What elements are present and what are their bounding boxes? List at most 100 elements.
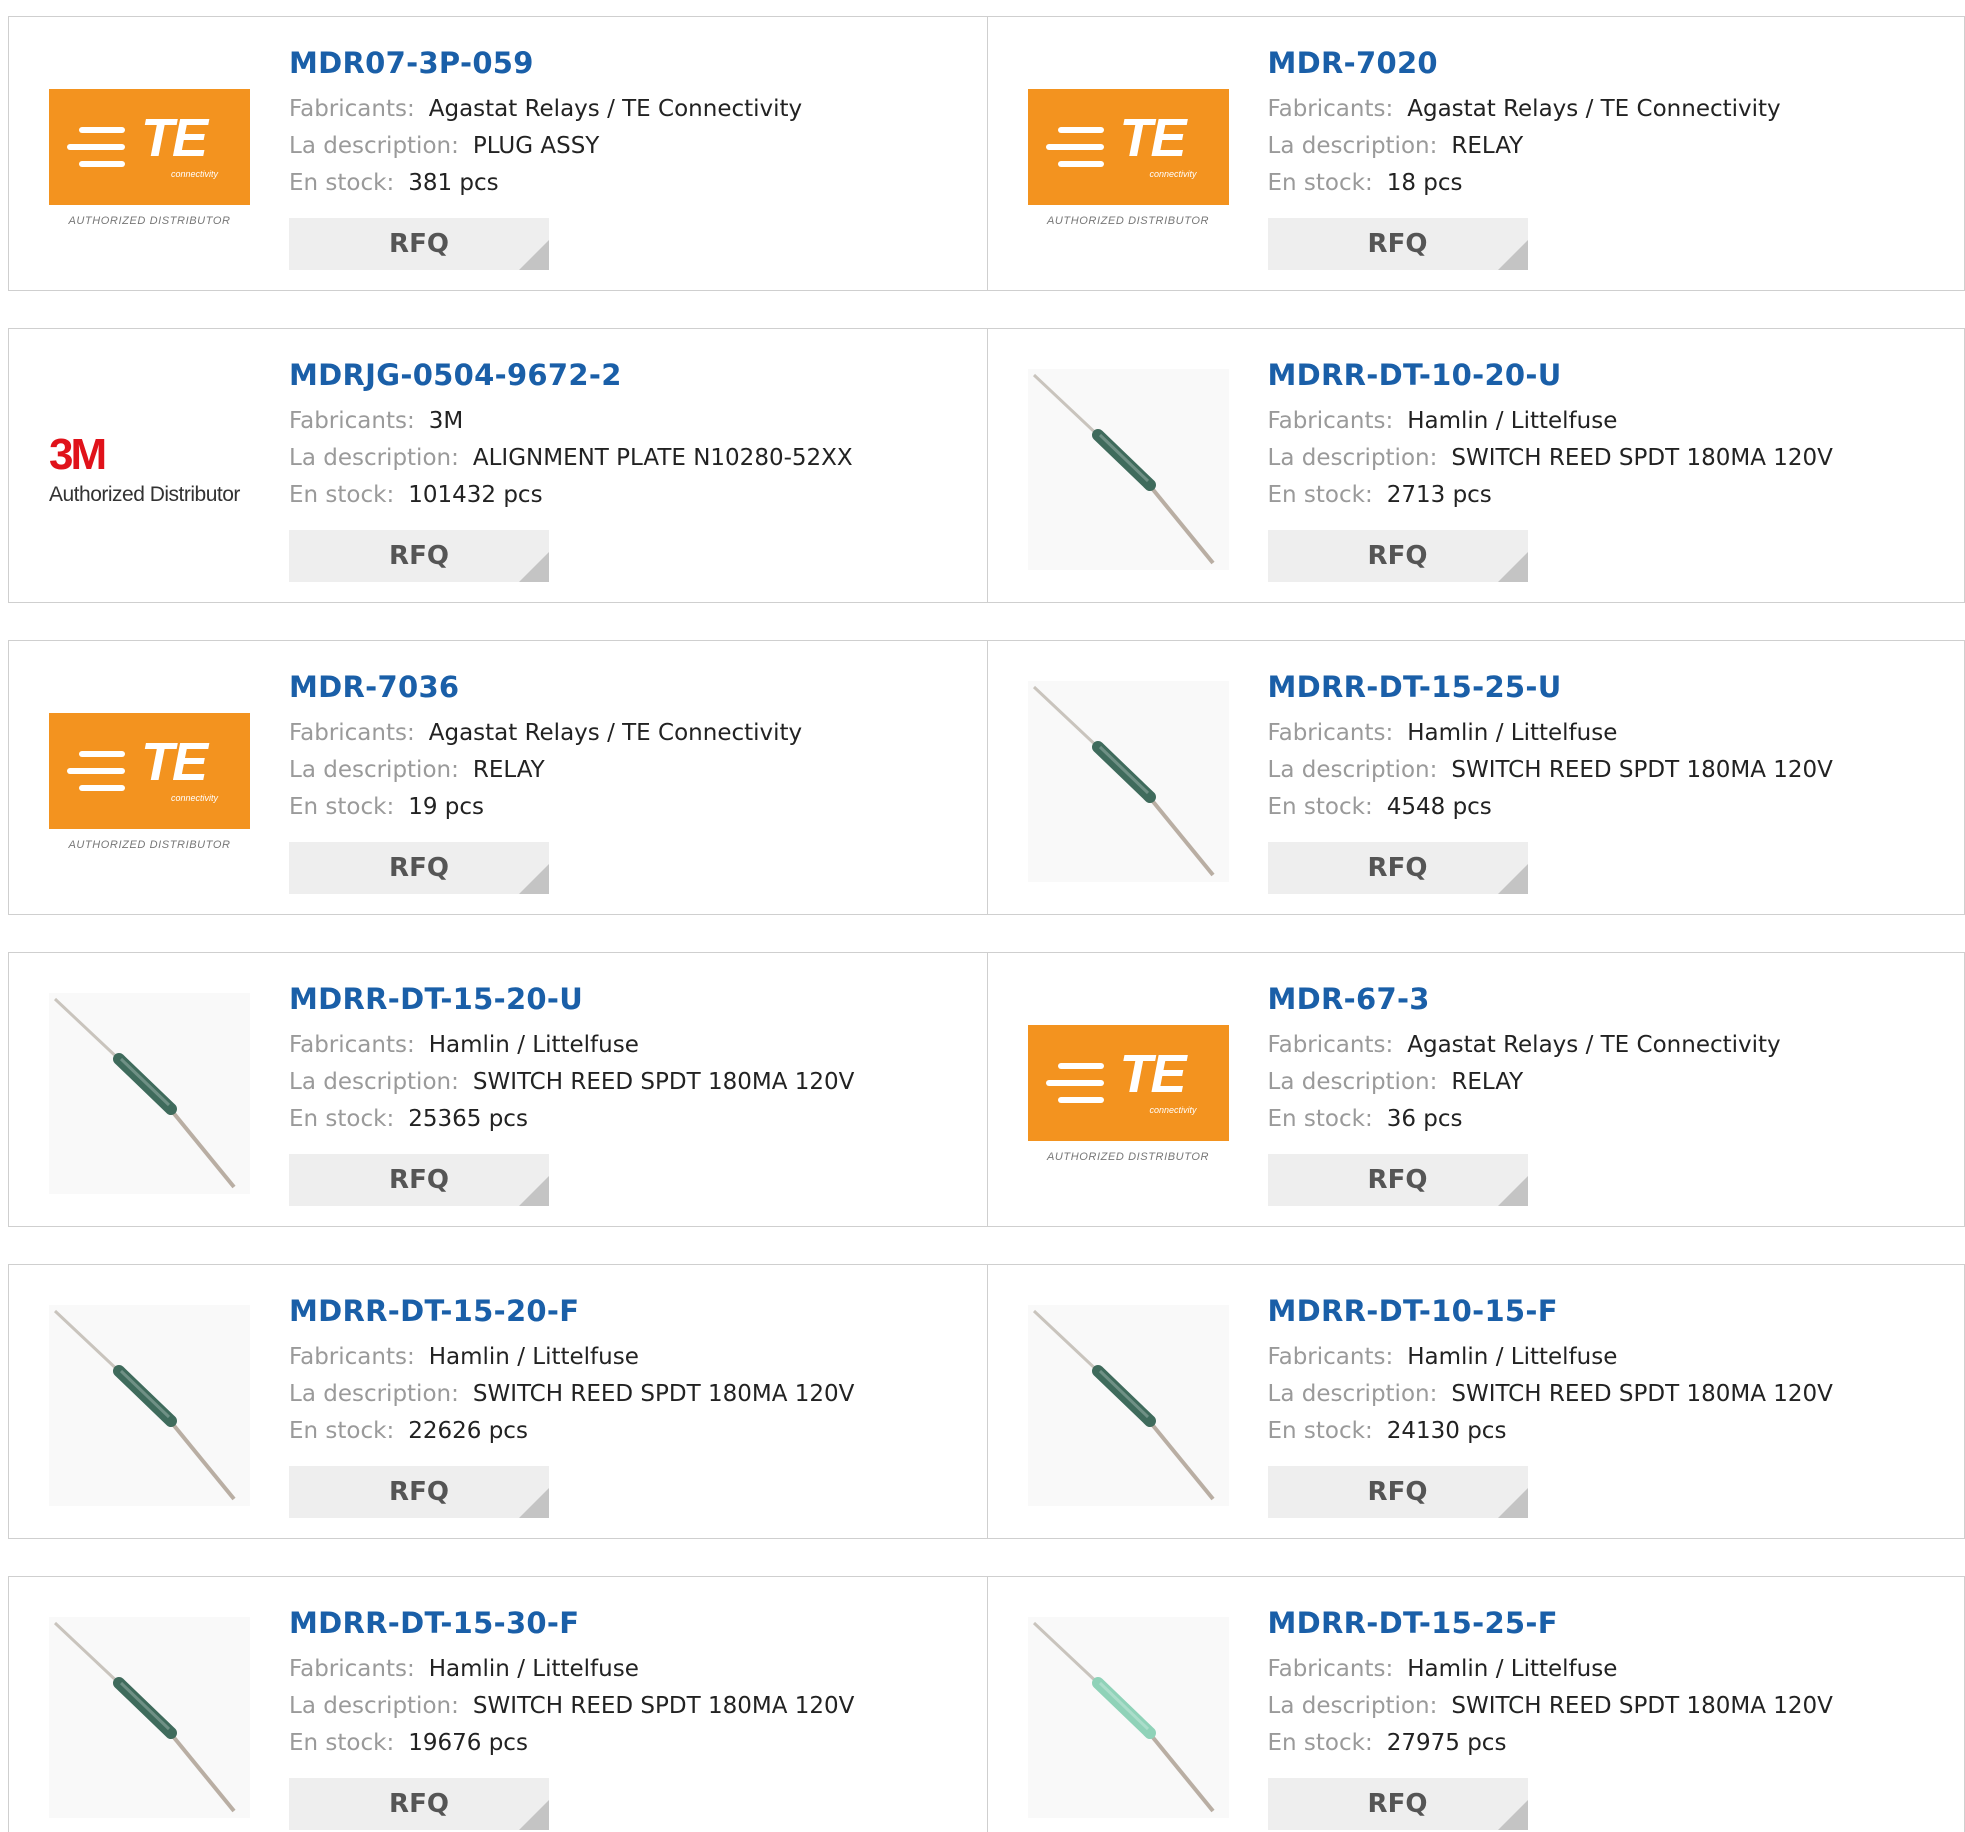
stock-value: 4548 pcs (1386, 794, 1492, 820)
product-thumbnail[interactable] (49, 1305, 250, 1506)
rfq-button[interactable]: RFQ (1267, 218, 1528, 270)
stock-label: En stock: (289, 170, 395, 196)
stock-line: En stock: 2713 pcs (1268, 477, 1955, 514)
description-label: La description: (1267, 757, 1438, 783)
rfq-button[interactable]: RFQ (289, 842, 549, 894)
part-number-link[interactable]: MDRR-DT-15-20-U (289, 981, 977, 1017)
part-number-link[interactable]: MDRR-DT-10-20-U (1268, 357, 1955, 393)
manufacturer-line: Fabricants: Hamlin / Littelfuse (289, 1339, 977, 1376)
product-info: MDR-67-3 Fabricants: Agastat Relays / TE … (1268, 981, 1955, 1138)
description-label: La description: (289, 757, 459, 783)
reed-switch-image (49, 993, 250, 1194)
manufacturer-label: Fabricants: (289, 720, 415, 746)
part-number-link[interactable]: MDRR-DT-15-20-F (289, 1293, 977, 1329)
rfq-label: RFQ (389, 1789, 449, 1819)
product-info: MDRR-DT-15-20-F Fabricants: Hamlin / Litt… (289, 1293, 977, 1450)
part-number-link[interactable]: MDRR-DT-15-25-F (1268, 1605, 1955, 1641)
te-authorized-distributor-logo: TE connectivity AUTHORIZED DISTRIBUTOR (1027, 88, 1229, 227)
manufacturer-label: Fabricants: (289, 408, 415, 434)
description-label: La description: (289, 1381, 459, 1407)
reed-switch-image (1027, 1617, 1229, 1818)
stock-value: 22626 pcs (408, 1418, 528, 1444)
product-thumbnail[interactable] (1027, 1617, 1229, 1818)
product-card: TE connectivity AUTHORIZED DISTRIBUTOR M… (986, 17, 1965, 290)
product-thumbnail[interactable] (1027, 369, 1229, 570)
manufacturer-label: Fabricants: (1267, 408, 1394, 434)
product-thumbnail[interactable]: TE connectivity AUTHORIZED DISTRIBUTOR (1027, 57, 1229, 258)
part-number-link[interactable]: MDRR-DT-15-30-F (289, 1605, 977, 1641)
reed-switch-image (1027, 369, 1229, 570)
stock-value: 18 pcs (1386, 170, 1463, 196)
description-value: ALIGNMENT PLATE N10280-52XX (472, 445, 853, 471)
rfq-button[interactable]: RFQ (1267, 530, 1528, 582)
manufacturer-line: Fabricants: Agastat Relays / TE Connectiv… (289, 715, 977, 752)
description-value: SWITCH REED SPDT 180MA 120V (1451, 1381, 1833, 1407)
reed-switch-image (49, 1617, 250, 1818)
description-value: SWITCH REED SPDT 180MA 120V (1451, 757, 1833, 783)
stock-line: En stock: 22626 pcs (289, 1413, 977, 1450)
stock-label: En stock: (1267, 1106, 1373, 1132)
part-number-link[interactable]: MDR07-3P-059 (289, 45, 977, 81)
manufacturer-value: Hamlin / Littelfuse (428, 1656, 639, 1682)
product-row: MDRR-DT-15-20-F Fabricants: Hamlin / Litt… (8, 1264, 1965, 1539)
description-line: La description: SWITCH REED SPDT 180MA 12… (289, 1376, 977, 1413)
part-number-link[interactable]: MDRR-DT-10-15-F (1268, 1293, 1955, 1329)
te-logo-mark: TE connectivity (49, 88, 250, 205)
manufacturer-label: Fabricants: (1267, 96, 1394, 122)
description-line: La description: SWITCH REED SPDT 180MA 12… (1268, 752, 1955, 789)
product-thumbnail[interactable]: TE connectivity AUTHORIZED DISTRIBUTOR (1027, 993, 1229, 1194)
rfq-button[interactable]: RFQ (289, 1154, 549, 1206)
part-number-link[interactable]: MDRJG-0504-9672-2 (289, 357, 977, 393)
manufacturer-value: Hamlin / Littelfuse (428, 1032, 639, 1058)
rfq-button[interactable]: RFQ (289, 1778, 549, 1830)
product-thumbnail[interactable]: TE connectivity AUTHORIZED DISTRIBUTOR (49, 57, 250, 258)
description-label: La description: (1267, 133, 1438, 159)
product-info: MDRR-DT-10-15-F Fabricants: Hamlin / Litt… (1268, 1293, 1955, 1450)
rfq-label: RFQ (1367, 1165, 1428, 1195)
rfq-button[interactable]: RFQ (289, 218, 549, 270)
part-number-link[interactable]: MDR-7036 (289, 669, 977, 705)
description-value: RELAY (472, 757, 545, 783)
description-label: La description: (289, 445, 459, 471)
description-label: La description: (289, 1069, 459, 1095)
manufacturer-label: Fabricants: (1267, 720, 1394, 746)
manufacturer-value: Hamlin / Littelfuse (1407, 408, 1618, 434)
product-card: MDRR-DT-10-20-U Fabricants: Hamlin / Litt… (986, 329, 1965, 602)
rfq-button[interactable]: RFQ (1267, 1466, 1528, 1518)
product-card: 3M Authorized Distributor MDRJG-0504-967… (9, 329, 987, 602)
3m-logo-mark: 3M (49, 429, 107, 479)
rfq-button[interactable]: RFQ (289, 1466, 549, 1518)
manufacturer-value: Agastat Relays / TE Connectivity (1407, 1032, 1781, 1058)
product-thumbnail[interactable] (1027, 681, 1229, 882)
product-info: MDRR-DT-10-20-U Fabricants: Hamlin / Litt… (1268, 357, 1955, 514)
product-card: MDRR-DT-15-25-F Fabricants: Hamlin / Litt… (986, 1577, 1965, 1832)
rfq-label: RFQ (389, 229, 449, 259)
part-number-link[interactable]: MDRR-DT-15-25-U (1268, 669, 1955, 705)
stock-line: En stock: 19 pcs (289, 789, 977, 826)
description-label: La description: (289, 1693, 459, 1719)
stock-line: En stock: 381 pcs (289, 165, 977, 202)
manufacturer-line: Fabricants: Hamlin / Littelfuse (289, 1651, 977, 1688)
stock-line: En stock: 25365 pcs (289, 1101, 977, 1138)
stock-line: En stock: 4548 pcs (1268, 789, 1955, 826)
product-thumbnail[interactable]: TE connectivity AUTHORIZED DISTRIBUTOR (49, 681, 250, 882)
description-label: La description: (1267, 445, 1438, 471)
product-thumbnail[interactable] (49, 1617, 250, 1818)
manufacturer-line: Fabricants: Hamlin / Littelfuse (1268, 1339, 1955, 1376)
product-row: TE connectivity AUTHORIZED DISTRIBUTOR M… (8, 640, 1965, 915)
manufacturer-label: Fabricants: (289, 1344, 415, 1370)
corner-triangle-icon (519, 864, 549, 894)
product-thumbnail[interactable] (1027, 1305, 1229, 1506)
rfq-button[interactable]: RFQ (1267, 842, 1528, 894)
product-thumbnail[interactable] (49, 993, 250, 1194)
stock-value: 25365 pcs (408, 1106, 528, 1132)
corner-triangle-icon (519, 240, 549, 270)
product-thumbnail[interactable]: 3M Authorized Distributor (49, 369, 250, 570)
rfq-button[interactable]: RFQ (1267, 1778, 1528, 1830)
product-card: TE connectivity AUTHORIZED DISTRIBUTOR M… (986, 953, 1965, 1226)
rfq-button[interactable]: RFQ (1267, 1154, 1528, 1206)
part-number-link[interactable]: MDR-7020 (1268, 45, 1955, 81)
part-number-link[interactable]: MDR-67-3 (1268, 981, 1955, 1017)
corner-triangle-icon (1497, 1488, 1528, 1518)
rfq-button[interactable]: RFQ (289, 530, 549, 582)
